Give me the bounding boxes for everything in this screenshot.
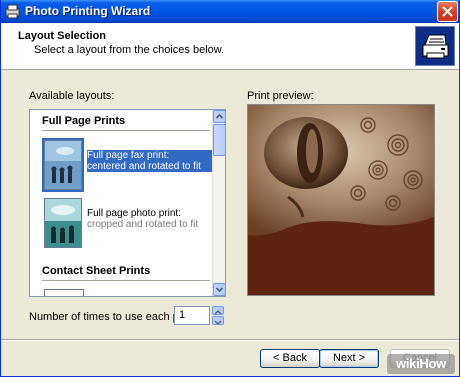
- title-bar[interactable]: Photo Printing Wizard: [1, 0, 459, 23]
- print-preview-label: Print preview:: [247, 90, 314, 102]
- print-preview-image: [247, 104, 435, 296]
- layout-thumbnail: [42, 138, 84, 192]
- back-button[interactable]: < Back: [260, 349, 320, 368]
- layout-text: Full page fax print: centered and rotate…: [87, 150, 212, 172]
- wizard-window: Photo Printing Wizard Layout Selection S…: [0, 0, 460, 377]
- chevron-down-icon: [214, 320, 222, 325]
- copies-stepper[interactable]: [212, 306, 224, 325]
- window-title: Photo Printing Wizard: [25, 4, 151, 18]
- wizard-app-icon: [5, 4, 20, 19]
- group-divider: [42, 130, 210, 131]
- group-header-full-page: Full Page Prints: [42, 115, 126, 127]
- group-divider: [42, 280, 210, 281]
- chevron-down-icon: [215, 287, 224, 293]
- scroll-thumb[interactable]: [213, 124, 225, 156]
- scroll-up-button[interactable]: [213, 110, 225, 123]
- layout-item-photo-print[interactable]: Full page photo print: cropped and rotat…: [42, 196, 212, 250]
- next-button[interactable]: Next >: [319, 349, 379, 368]
- page-subtitle: Select a layout from the choices below.: [34, 44, 225, 56]
- layouts-list[interactable]: Full Page Prints Full page fax print: ce…: [29, 109, 226, 297]
- stepper-up-button[interactable]: [212, 306, 224, 315]
- layout-thumbnail: [44, 198, 82, 248]
- chevron-up-icon: [214, 310, 222, 315]
- available-layouts-label: Available layouts:: [29, 90, 115, 102]
- contact-sheet-thumbnail: [44, 289, 84, 296]
- scroll-down-button[interactable]: [213, 283, 225, 296]
- group-header-contact-sheet: Contact Sheet Prints: [42, 265, 151, 277]
- close-button[interactable]: [437, 1, 458, 22]
- printer-icon: [415, 26, 455, 66]
- layout-item-fax-print[interactable]: Full page fax print: centered and rotate…: [42, 138, 212, 192]
- layout-description: centered and rotated to fit: [87, 161, 201, 172]
- layouts-scrollbar[interactable]: [212, 110, 225, 296]
- layout-description: cropped and rotated to fit: [87, 219, 199, 230]
- layout-text: Full page photo print: cropped and rotat…: [87, 208, 212, 230]
- wizard-header: Layout Selection Select a layout from th…: [1, 23, 459, 70]
- layout-title: Full page fax print:: [87, 150, 170, 161]
- close-icon: [442, 6, 453, 17]
- stepper-down-button[interactable]: [212, 316, 224, 325]
- chevron-up-icon: [215, 113, 224, 119]
- page-title: Layout Selection: [18, 30, 107, 42]
- layout-title: Full page photo print:: [87, 208, 181, 219]
- wikihow-watermark: wikiHow: [387, 354, 455, 374]
- button-separator: [1, 339, 459, 341]
- copies-input[interactable]: 1: [174, 306, 210, 325]
